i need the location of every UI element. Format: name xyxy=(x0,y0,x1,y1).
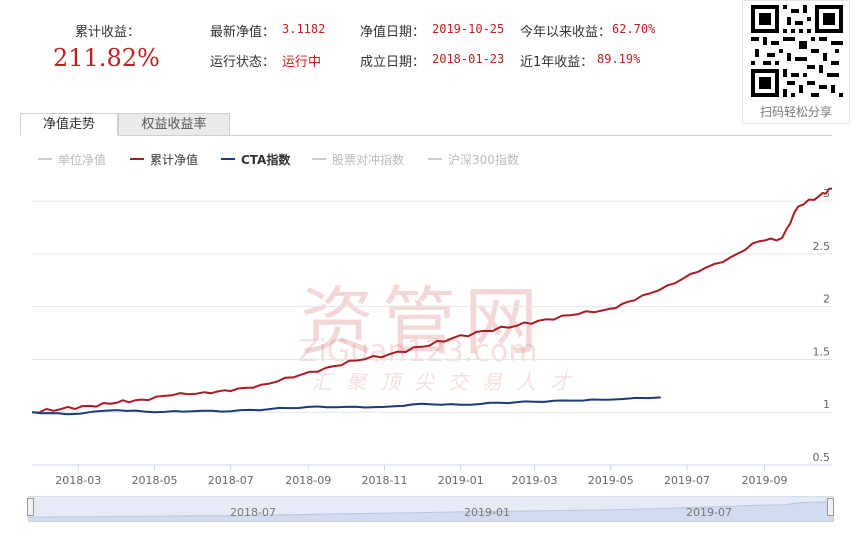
x-tick-label: 2018-03 xyxy=(55,474,101,487)
y-tick-label: 0.5 xyxy=(813,451,831,464)
series-cumulative-nav-line xyxy=(31,187,833,414)
x-tick-label: 2018-05 xyxy=(132,474,178,487)
y-tick-label: 1.5 xyxy=(813,345,831,358)
y-tick-label: 1 xyxy=(823,398,830,411)
y-tick-label: 3 xyxy=(823,187,830,200)
y-tick-label: 2 xyxy=(823,293,830,306)
navigator-tick: 2018-07 xyxy=(230,506,276,519)
x-tick-label: 2019-01 xyxy=(438,474,484,487)
y-tick-label: 2.5 xyxy=(813,240,831,253)
x-tick-label: 2018-09 xyxy=(285,474,331,487)
x-tick-label: 2018-07 xyxy=(208,474,254,487)
x-tick-label: 2019-07 xyxy=(664,474,710,487)
navigator-left-handle[interactable] xyxy=(27,498,34,516)
navigator-right-handle[interactable] xyxy=(827,498,834,516)
x-tick-label: 2019-03 xyxy=(512,474,558,487)
nav-line-chart[interactable]: 0.5 1 1.5 2 2.5 3 2018-03 2018-05 2018-07 2018-0… xyxy=(0,0,858,539)
x-tick-label: 2018-11 xyxy=(362,474,408,487)
navigator-tick: 2019-01 xyxy=(464,506,510,519)
x-tick-label: 2019-09 xyxy=(742,474,788,487)
navigator-tick: 2019-07 xyxy=(686,506,732,519)
x-tick-label: 2019-05 xyxy=(588,474,634,487)
